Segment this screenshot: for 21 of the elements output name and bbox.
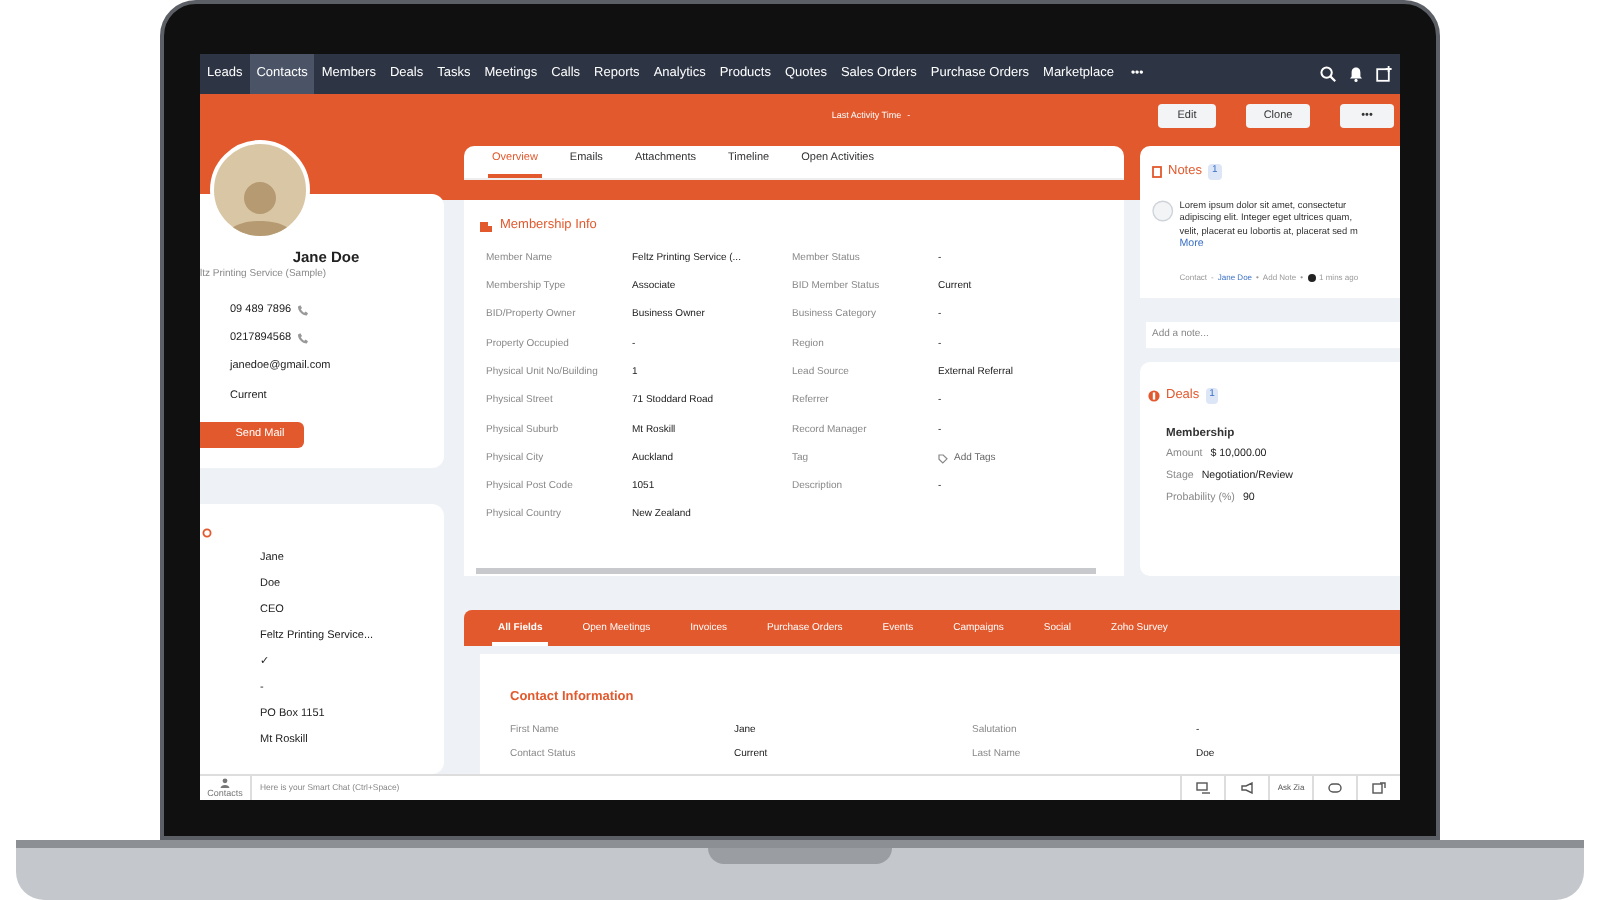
search-icon [1320, 66, 1336, 82]
status-dot-icon [202, 528, 212, 539]
building-icon [480, 219, 492, 232]
add-window-icon [1376, 66, 1392, 82]
bell-icon [1348, 66, 1364, 82]
notebook-icon [1152, 165, 1162, 178]
megaphone-button[interactable] [1224, 774, 1268, 800]
person-icon [220, 778, 230, 788]
screen-icon [1196, 782, 1210, 794]
screen-button[interactable] [1180, 774, 1224, 800]
gamepad-button[interactable] [1312, 774, 1356, 800]
expand-button[interactable] [1356, 774, 1400, 800]
tag-icon [938, 454, 948, 465]
expand-icon [1372, 782, 1386, 794]
gamepad-icon [1328, 782, 1342, 794]
avatar-icon [1152, 199, 1174, 222]
deal-icon [1148, 389, 1160, 402]
phone-icon [295, 332, 308, 345]
phone-icon [295, 303, 308, 316]
horizontal-scrollbar[interactable] [464, 566, 1124, 576]
megaphone-icon [1240, 782, 1254, 794]
